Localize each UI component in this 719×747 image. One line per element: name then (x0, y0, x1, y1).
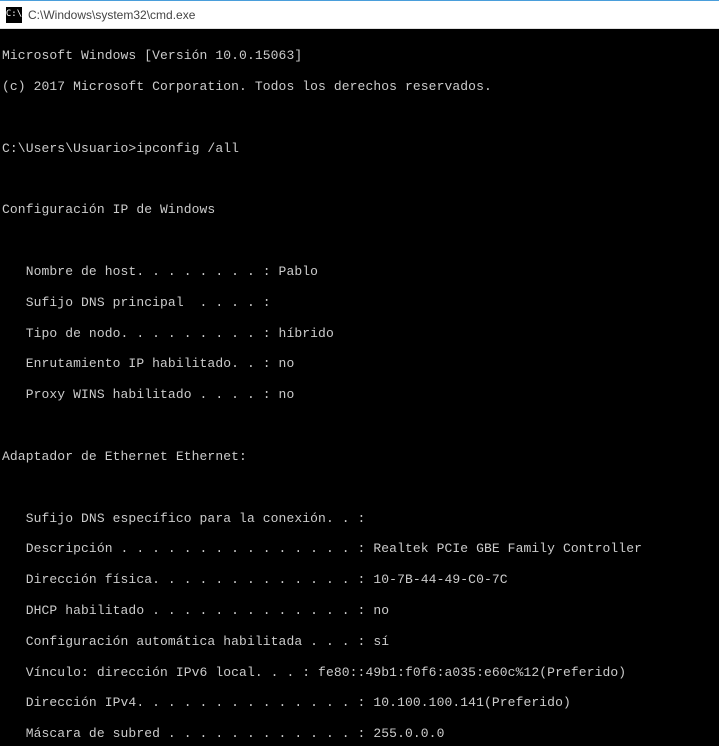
blank-line (2, 418, 717, 433)
console-output[interactable]: Microsoft Windows [Versión 10.0.15063] (… (0, 29, 719, 746)
eth-autoconfig: Configuración automática habilitada . . … (2, 634, 717, 649)
eth-dhcp: DHCP habilitado . . . . . . . . . . . . … (2, 603, 717, 618)
node-type-line: Tipo de nodo. . . . . . . . . : híbrido (2, 326, 717, 341)
blank-line (2, 172, 717, 187)
wins-proxy-line: Proxy WINS habilitado . . . . : no (2, 387, 717, 402)
ip-routing-line: Enrutamiento IP habilitado. . : no (2, 356, 717, 371)
window-title: C:\Windows\system32\cmd.exe (28, 8, 195, 22)
blank-line (2, 480, 717, 495)
eth-dns-suffix: Sufijo DNS específico para la conexión. … (2, 511, 717, 526)
cmd-icon-glyph: C:\ (6, 10, 22, 19)
eth-ipv4-a: Dirección IPv4. . . . . . . . . . . . . … (2, 695, 717, 710)
section-ethernet: Adaptador de Ethernet Ethernet: (2, 449, 717, 464)
eth-physical: Dirección física. . . . . . . . . . . . … (2, 572, 717, 587)
eth-mask-a: Máscara de subred . . . . . . . . . . . … (2, 726, 717, 741)
blank-line (2, 110, 717, 125)
banner-line1: Microsoft Windows [Versión 10.0.15063] (2, 48, 717, 63)
cmd-icon: C:\ (6, 7, 22, 23)
hostname-line: Nombre de host. . . . . . . . : Pablo (2, 264, 717, 279)
eth-linklocal-v6: Vínculo: dirección IPv6 local. . . : fe8… (2, 665, 717, 680)
prompt-line: C:\Users\Usuario>ipconfig /all (2, 141, 717, 156)
blank-line (2, 233, 717, 248)
window-titlebar[interactable]: C:\ C:\Windows\system32\cmd.exe (0, 1, 719, 29)
dns-suffix-line: Sufijo DNS principal . . . . : (2, 295, 717, 310)
banner-line2: (c) 2017 Microsoft Corporation. Todos lo… (2, 79, 717, 94)
eth-description: Descripción . . . . . . . . . . . . . . … (2, 541, 717, 556)
section-windows-ip: Configuración IP de Windows (2, 202, 717, 217)
